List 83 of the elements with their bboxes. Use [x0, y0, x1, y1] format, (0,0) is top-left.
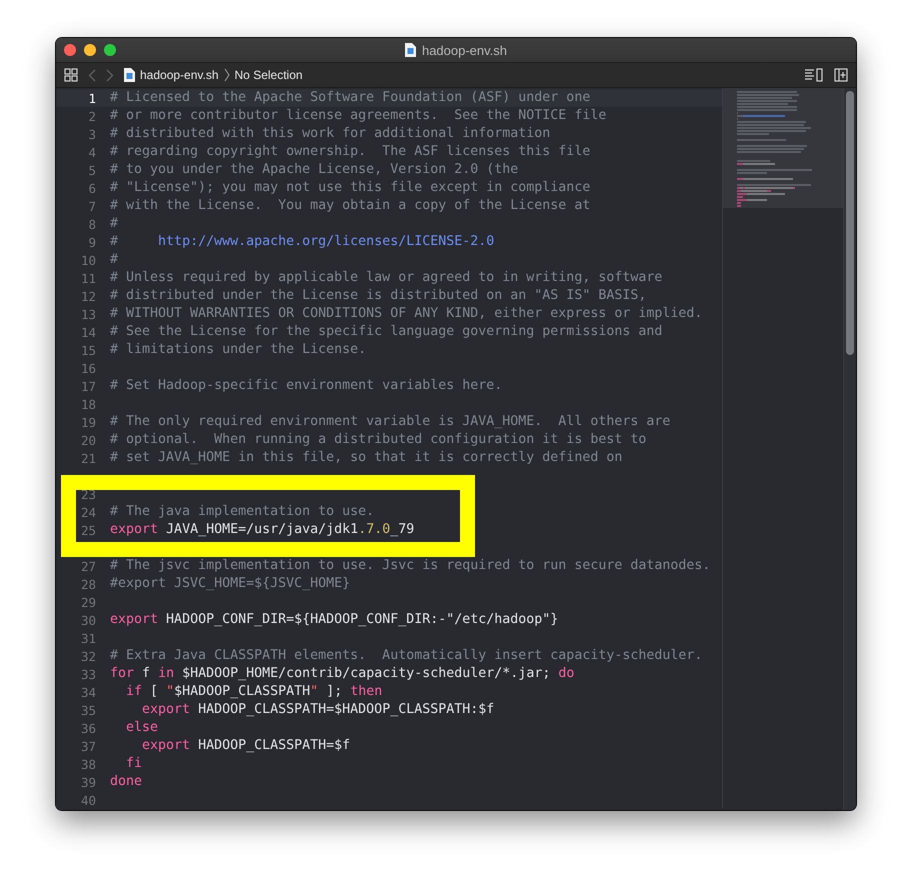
- line-number: 12: [80, 288, 96, 304]
- code-line: # http://www.apache.org/licenses/LICENSE-2.0: [110, 233, 494, 251]
- line-number: 13: [80, 306, 96, 322]
- document-icon: [404, 43, 416, 57]
- code-line: # Set Hadoop-specific environment variables here.: [110, 377, 502, 395]
- line-number: 20: [80, 432, 96, 448]
- code-line: # Extra Java CLASSPATH elements. Automatically insert capacity-scheduler.: [110, 647, 702, 665]
- code-line: # Licensed to the Apache Software Foundation (ASF) under one: [110, 89, 590, 107]
- code-line: # The jsvc implementation to use. Jsvc is required to run secure datanodes.: [110, 557, 710, 575]
- code-line: # set JAVA_HOME in this file, so that it is correctly defined on: [110, 449, 622, 467]
- line-number: 14: [80, 324, 96, 340]
- code-line: # WITHOUT WARRANTIES OR CONDITIONS OF ANY KIND, either express or implied.: [110, 305, 702, 323]
- code-line: # The only required environment variable is JAVA_HOME. All others are: [110, 413, 670, 431]
- line-number: 10: [80, 252, 96, 268]
- line-number: 7: [87, 198, 96, 214]
- line-number: 28: [80, 576, 96, 592]
- close-button[interactable]: [64, 44, 76, 56]
- grid-icon[interactable]: [64, 68, 78, 82]
- document-icon: [124, 68, 135, 82]
- code-line: #export JSVC_HOME=${JSVC_HOME}: [110, 575, 350, 593]
- code-line: export HADOOP_CLASSPATH=$HADOOP_CLASSPATH:$f: [141, 701, 494, 719]
- line-number: 2: [87, 108, 96, 124]
- line-number: 3: [87, 126, 96, 142]
- window-title: hadoop-env.sh: [422, 42, 508, 58]
- line-number: 11: [80, 270, 96, 286]
- chevron-icon: [224, 68, 230, 82]
- line-number: 31: [80, 630, 96, 646]
- line-number: 34: [80, 684, 96, 700]
- line-number: 19: [80, 414, 96, 430]
- line-number: 21: [80, 450, 96, 466]
- code-line: # distributed under the License is distributed on an "AS IS" BASIS,: [110, 287, 646, 305]
- line-number: 39: [80, 774, 96, 790]
- line-number: 17: [80, 378, 96, 394]
- line-number: 6: [87, 180, 96, 196]
- line-number: 9: [87, 234, 96, 250]
- code-line: if [ "$HADOOP_CLASSPATH" ]; then: [125, 683, 382, 701]
- code-line: for f in $HADOOP_HOME/contrib/capacity-scheduler/*.jar; do: [110, 665, 574, 683]
- selection-crumb[interactable]: No Selection: [234, 68, 303, 82]
- code-line: # with the License. You may obtain a copy of the License at: [110, 197, 590, 215]
- line-number: 8: [87, 216, 96, 232]
- line-number: 23: [80, 486, 96, 502]
- code-line: fi: [125, 755, 142, 773]
- line-number: 16: [80, 360, 96, 376]
- line-number: 33: [80, 666, 96, 682]
- code-line: #: [110, 215, 118, 233]
- line-number: 5: [87, 162, 96, 178]
- code-line: # See the License for the specific language governing permissions and: [110, 323, 662, 341]
- line-number: 35: [80, 702, 96, 718]
- code-line: done: [110, 773, 142, 791]
- file-crumb[interactable]: hadoop-env.sh: [140, 68, 219, 82]
- code-line: export HADOOP_CONF_DIR=${HADOOP_CONF_DIR:-"/etc/hadoop"}: [110, 611, 558, 629]
- line-number: 18: [80, 396, 96, 412]
- code-line: # limitations under the License.: [110, 341, 366, 359]
- minimize-button[interactable]: [84, 44, 96, 56]
- code-line: #: [110, 251, 118, 269]
- line-number: 25: [80, 522, 96, 538]
- scroll-thumb[interactable]: [846, 91, 854, 355]
- code-line: # regarding copyright ownership. The ASF licenses this file: [110, 143, 590, 161]
- code-line: # distributed with this work for additional information: [110, 125, 550, 143]
- line-number: 40: [80, 792, 96, 808]
- code-line: # or more contributor license agreements. See the NOTICE file: [110, 107, 606, 125]
- code-line: # The java implementation to use.: [110, 503, 374, 521]
- code-line: else: [125, 719, 158, 737]
- line-number: 24: [80, 504, 96, 520]
- code-line: # "License"); you may not use this file except in compliance: [110, 179, 590, 197]
- line-number: 15: [80, 342, 96, 358]
- zoom-button[interactable]: [104, 44, 116, 56]
- code-line: export JAVA_HOME=/usr/java/jdk1.7.0_79: [110, 521, 414, 539]
- line-number: 27: [80, 558, 96, 574]
- line-number: 29: [80, 594, 96, 610]
- lines-icon[interactable]: [804, 68, 824, 82]
- line-number: 37: [80, 738, 96, 754]
- line-number: 4: [87, 144, 96, 160]
- line-number: 32: [80, 648, 96, 664]
- line-number: 1: [87, 90, 96, 106]
- line-number: 38: [80, 756, 96, 772]
- code-line: # Unless required by applicable law or agreed to in writing, software: [110, 269, 662, 287]
- line-number: 36: [80, 720, 96, 736]
- add-editor-icon[interactable]: [834, 68, 848, 82]
- line-number: 30: [80, 612, 96, 628]
- code-line: # to you under the Apache License, Version 2.0 (the: [110, 161, 518, 179]
- code-line: export HADOOP_CLASSPATH=$f: [141, 737, 350, 755]
- code-line: # optional. When running a distributed configuration it is best to: [110, 431, 646, 449]
